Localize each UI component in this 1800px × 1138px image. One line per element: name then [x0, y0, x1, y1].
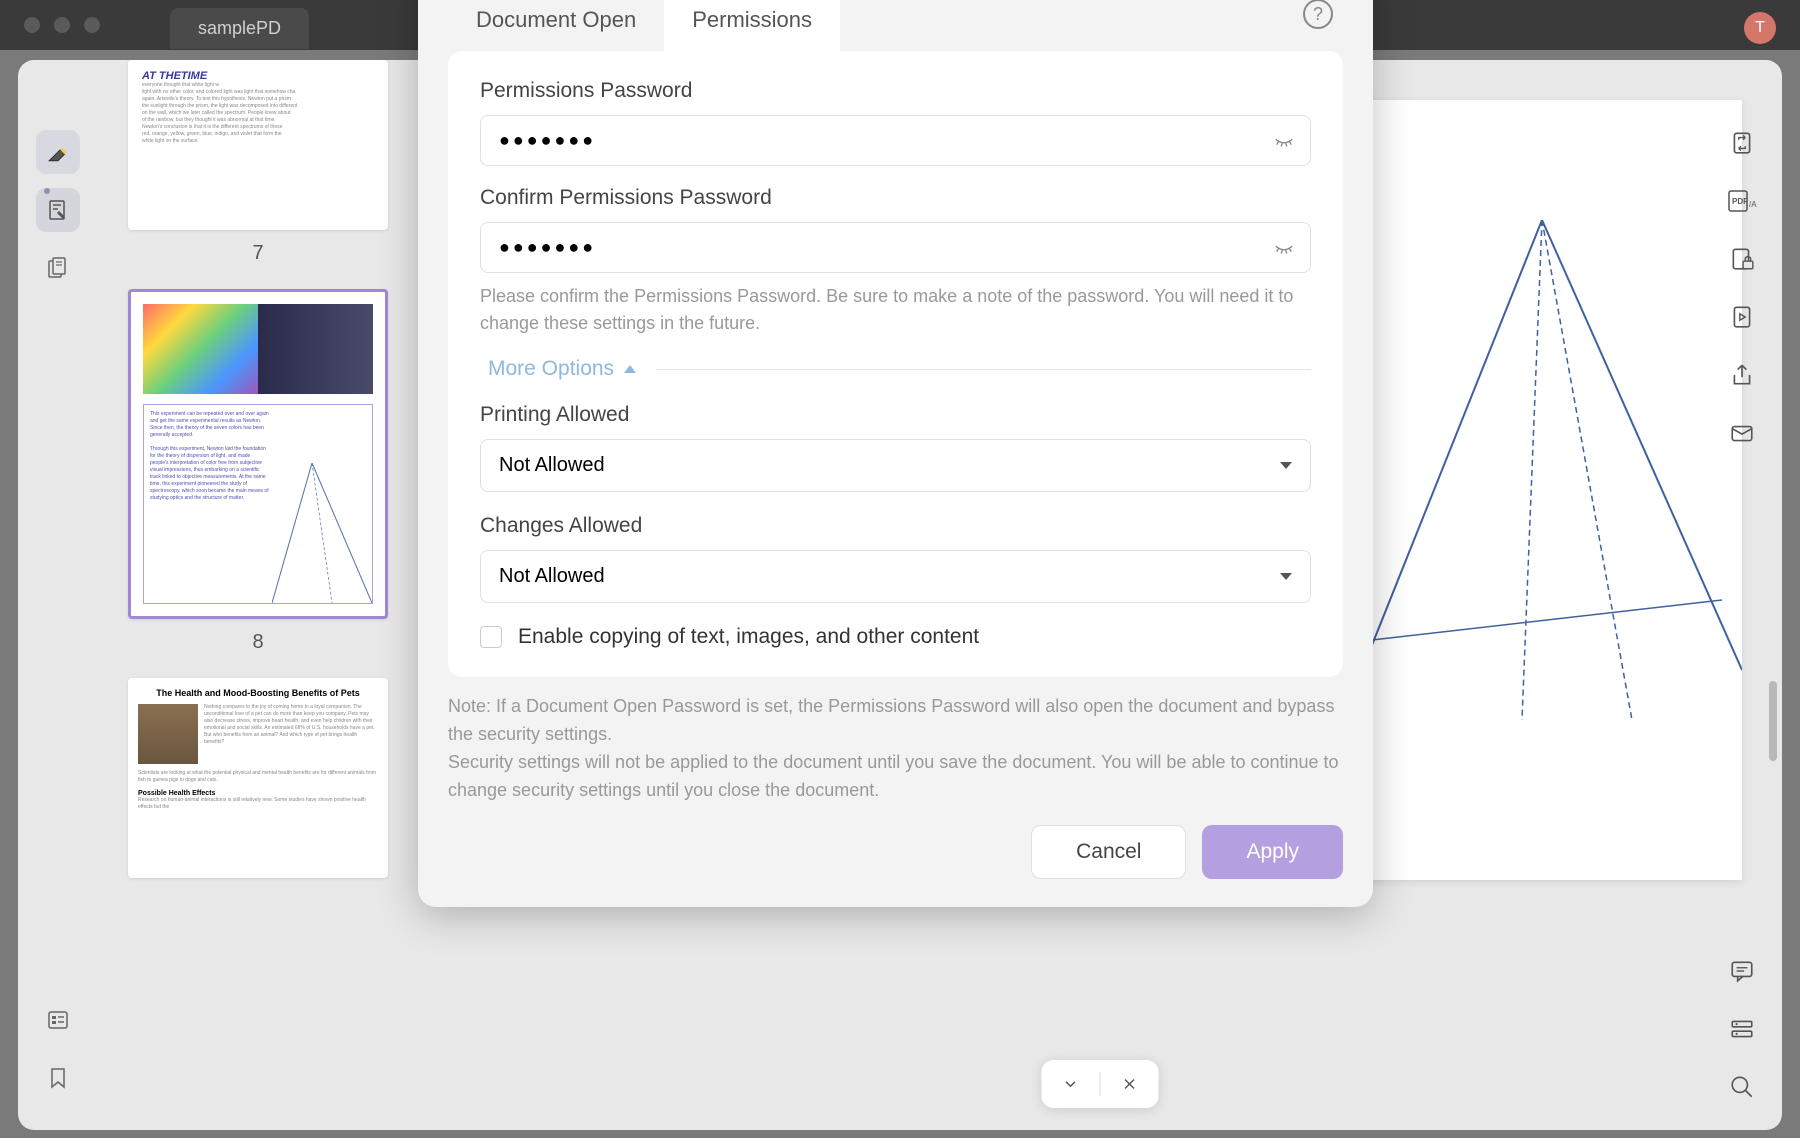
highlighter-icon [45, 139, 71, 165]
divider-line [656, 369, 1311, 370]
permissions-password-input[interactable] [480, 115, 1311, 166]
modal-footer: Cancel Apply [418, 825, 1373, 907]
display-tool[interactable] [1729, 1016, 1755, 1042]
thumb-7-text: everyone thought that white light wlight… [142, 82, 374, 145]
modal-content: Permissions Password Confirm Permissions… [448, 51, 1343, 677]
form-tool[interactable] [36, 998, 80, 1042]
play-document-icon [1729, 304, 1755, 330]
prism-diagram [272, 463, 372, 603]
slideshow-tool[interactable] [1729, 304, 1755, 330]
confirm-help-text: Please confirm the Permissions Password.… [480, 283, 1311, 337]
thumb-9-title: The Health and Mood-Boosting Benefits of… [138, 688, 378, 698]
svg-text:PDF: PDF [1732, 197, 1748, 206]
toggle-confirm-password-icon[interactable] [1273, 237, 1295, 259]
share-tool[interactable] [1729, 362, 1755, 388]
display-icon [1729, 1016, 1755, 1042]
apply-button[interactable]: Apply [1202, 825, 1343, 879]
annotation-tool[interactable] [36, 188, 80, 232]
email-tool[interactable] [1729, 420, 1755, 446]
changes-label: Changes Allowed [480, 514, 1311, 538]
thumb-8-images [143, 304, 373, 394]
search-tool[interactable] [1729, 1074, 1755, 1100]
confirm-password-label: Confirm Permissions Password [480, 186, 1311, 210]
page-7-label: 7 [128, 242, 388, 265]
cat-image [138, 704, 198, 764]
printing-select[interactable]: Not Allowed [480, 439, 1311, 492]
changes-value: Not Allowed [499, 565, 605, 588]
printing-label: Printing Allowed [480, 403, 1311, 427]
chevron-down-icon[interactable] [1062, 1075, 1080, 1093]
security-tool[interactable] [1729, 246, 1755, 272]
convert-icon [1729, 130, 1755, 156]
form-icon [46, 1008, 70, 1032]
modal-note: Note: If a Document Open Password is set… [418, 693, 1373, 825]
permissions-modal: Document Open Permissions ? Permissions … [418, 0, 1373, 907]
note-2: Security settings will not be applied to… [448, 749, 1343, 805]
help-button[interactable]: ? [1303, 0, 1333, 29]
right-toolbar-bottom [1702, 958, 1782, 1100]
convert-tool[interactable] [1729, 130, 1755, 156]
triangle-up-icon [624, 365, 636, 373]
document-pen-icon [46, 198, 70, 222]
file-tab[interactable]: samplePD [170, 8, 309, 49]
left-toolbar [18, 60, 98, 1130]
confirm-password-input[interactable] [480, 222, 1311, 273]
thumb-9-subtitle: Possible Health Effects [138, 790, 378, 797]
page-8-label: 8 [128, 631, 388, 654]
bottom-toolbar [1042, 1060, 1159, 1108]
printing-value: Not Allowed [499, 454, 605, 477]
thumb-7-title: AT THETIME [142, 70, 374, 82]
more-options-label: More Options [488, 357, 614, 381]
dropdown-arrow-icon [1280, 462, 1292, 469]
pdfa-tool[interactable]: PDF/A [1727, 188, 1757, 214]
thumbnail-page-8[interactable]: This experiment can be repeated over and… [128, 289, 388, 619]
close-window-icon[interactable] [24, 17, 40, 33]
mail-icon [1729, 420, 1755, 446]
changes-select[interactable]: Not Allowed [480, 550, 1311, 603]
tab-permissions[interactable]: Permissions [664, 0, 840, 51]
more-options-toggle[interactable]: More Options [480, 357, 636, 381]
note-1: Note: If a Document Open Password is set… [448, 693, 1343, 749]
thumbnail-panel[interactable]: AT THETIME everyone thought that white l… [98, 60, 418, 1130]
divider [1100, 1072, 1101, 1096]
bookmark-icon [46, 1066, 70, 1090]
pages-icon [46, 256, 70, 280]
left-toolbar-bottom [18, 998, 98, 1100]
window-controls [24, 17, 100, 33]
enable-copying-label: Enable copying of text, images, and othe… [518, 625, 979, 649]
tab-bar: samplePD [170, 8, 309, 49]
cancel-button[interactable]: Cancel [1031, 825, 1186, 879]
svg-text:/A: /A [1749, 200, 1757, 209]
minimize-window-icon[interactable] [54, 17, 70, 33]
tab-document-open[interactable]: Document Open [448, 0, 664, 51]
enable-copying-checkbox[interactable] [480, 626, 502, 648]
page-prism-diagram [1342, 220, 1742, 720]
highlighter-tool[interactable] [36, 130, 80, 174]
comment-icon [1729, 958, 1755, 984]
lock-document-icon [1729, 246, 1755, 272]
thumb-8-text: This experiment can be repeated over and… [150, 411, 269, 502]
thumbnail-page-7[interactable]: AT THETIME everyone thought that white l… [128, 60, 388, 230]
share-icon [1729, 362, 1755, 388]
bookmark-tool[interactable] [36, 1056, 80, 1100]
pdfa-icon: PDF/A [1727, 188, 1757, 214]
search-icon [1729, 1074, 1755, 1100]
maximize-window-icon[interactable] [84, 17, 100, 33]
comment-tool[interactable] [1729, 958, 1755, 984]
dropdown-arrow-icon [1280, 573, 1292, 580]
user-avatar[interactable]: T [1744, 12, 1776, 44]
modal-tabs: Document Open Permissions ? [418, 0, 1373, 51]
toggle-password-icon[interactable] [1273, 130, 1295, 152]
pages-tool[interactable] [36, 246, 80, 290]
active-indicator [44, 188, 50, 194]
permissions-password-label: Permissions Password [480, 79, 1311, 103]
thumbnail-page-9[interactable]: The Health and Mood-Boosting Benefits of… [128, 678, 388, 878]
close-icon[interactable] [1121, 1075, 1139, 1093]
